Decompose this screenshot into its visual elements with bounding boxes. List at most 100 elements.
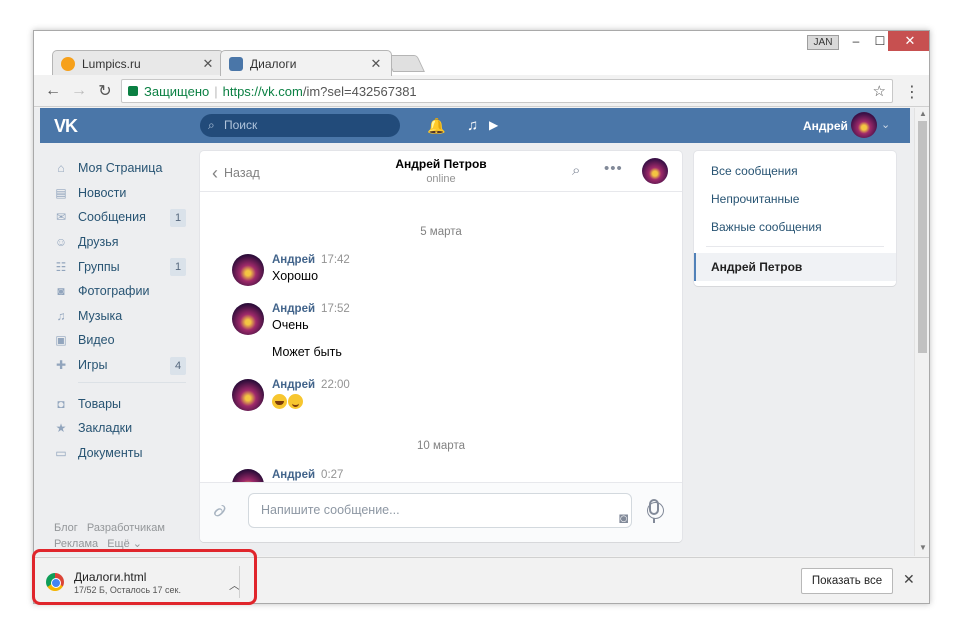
author-name: Андрей — [272, 254, 316, 266]
date-separator: 5 марта — [420, 226, 462, 238]
tab-dialogs[interactable]: Диалоги ✕ — [220, 50, 392, 76]
author-name: Андрей — [272, 379, 316, 391]
more-icon[interactable]: ••• — [604, 160, 623, 177]
message-author[interactable]: Андрей 0:27 — [272, 469, 343, 481]
sidebar-item[interactable]: ◙ Фотографии — [54, 279, 186, 304]
search-icon: ⌕ — [208, 118, 215, 132]
sidebar-item-label: Документы — [78, 445, 143, 460]
message-author[interactable]: Андрей 17:42 — [272, 254, 350, 266]
microphone-icon[interactable] — [649, 499, 659, 523]
tab-close-icon[interactable]: ✕ — [201, 56, 215, 72]
bell-icon[interactable]: 🔔 — [427, 117, 446, 135]
gamepad-icon: ✚ — [55, 358, 67, 373]
message-placeholder: Напишите сообщение... — [261, 503, 400, 517]
search-icon[interactable]: ⌕ — [572, 162, 580, 179]
friends-icon: ☺ — [54, 235, 68, 250]
dialog-filters-panel: Все сообщения Непрочитанные Важные сообщ… — [694, 151, 896, 286]
footer-link-blog[interactable]: Блог — [54, 522, 78, 534]
messages-icon: ✉ — [55, 210, 67, 225]
vk-user-name[interactable]: Андрей — [803, 119, 848, 133]
close-window-button[interactable]: ✕ — [888, 31, 929, 51]
sidebar-item-label: Новости — [78, 185, 127, 200]
tab-title: Диалоги — [250, 56, 297, 71]
active-dialog-item[interactable]: Андрей Петров — [694, 253, 896, 281]
sidebar-item[interactable]: ▣ Видео — [54, 328, 186, 353]
sidebar-item-label: Игры — [78, 358, 108, 373]
music-icon: ♫ — [56, 308, 66, 323]
forward-arrow-icon[interactable]: → — [66, 82, 92, 100]
download-highlight-frame — [32, 549, 257, 605]
filter-important[interactable]: Важные сообщения — [711, 220, 822, 234]
back-arrow-icon[interactable]: ← — [40, 82, 66, 100]
url-host: https://vk.com — [222, 83, 303, 99]
sidebar-item[interactable]: ▤ Новости — [54, 181, 186, 206]
message-time: 17:52 — [321, 303, 350, 315]
camera-icon[interactable]: ◙ — [619, 502, 628, 535]
address-bar[interactable]: Защищено | https://vk.com/im?sel=4325673… — [121, 79, 893, 103]
sidebar-item[interactable]: ♫ Музыка — [54, 304, 186, 329]
tab-close-icon[interactable]: ✕ — [369, 56, 383, 72]
message-composer: ∂ Напишите сообщение... ◙ — [200, 482, 682, 542]
page-scrollbar[interactable]: ▲ ▼ — [914, 108, 929, 556]
reload-icon[interactable]: ↻ — [92, 81, 118, 101]
message-text: Очень — [272, 318, 309, 332]
vk-search-input[interactable]: ⌕ Поиск — [200, 114, 400, 137]
sidebar-item-label: Закладки — [78, 421, 133, 436]
sidebar-item-label: Группы — [78, 259, 120, 274]
sidebar-item[interactable]: ✚ Игры 4 — [54, 353, 186, 378]
message-time: 0:27 — [321, 469, 344, 481]
paperclip-icon[interactable]: ∂ — [210, 500, 229, 522]
browser-toolbar: ← → ↻ Защищено | https://vk.com/im?sel=4… — [34, 75, 929, 107]
sidebar-item[interactable]: ✉ Сообщения 1 — [54, 205, 186, 230]
filter-unread[interactable]: Непрочитанные — [711, 192, 799, 206]
news-icon: ▤ — [55, 185, 67, 200]
avatar[interactable] — [232, 303, 264, 335]
sidebar-item[interactable]: ☷ Группы 1 — [54, 254, 186, 279]
avatar[interactable] — [851, 112, 877, 138]
laughing-emoji-icon — [272, 394, 287, 410]
camera-icon: ◙ — [57, 284, 65, 299]
sidebar-item[interactable]: ☺ Друзья — [54, 230, 186, 255]
page-viewport: VK ⌕ Поиск 🔔 ♫ ▶ Андрей ⌄ ⌂ Моя Страница ▤… — [34, 108, 914, 556]
vk-header: VK ⌕ Поиск 🔔 ♫ ▶ Андрей ⌄ — [40, 108, 910, 143]
chat-header: ‹ Назад Андрей Петров online ⌕ ••• — [200, 151, 682, 192]
message-input[interactable]: Напишите сообщение... ◙ — [248, 493, 664, 528]
peer-avatar[interactable] — [642, 158, 668, 184]
sidebar-item[interactable]: ★ Закладки — [54, 416, 186, 441]
divider — [706, 246, 884, 247]
address-separator: | — [214, 83, 218, 99]
message-time: 17:42 — [321, 254, 350, 266]
message-author[interactable]: Андрей 17:52 — [272, 303, 350, 315]
date-separator: 10 марта — [417, 440, 465, 452]
kebab-menu-icon[interactable]: ⋮ — [904, 82, 920, 102]
groups-icon: ☷ — [55, 259, 67, 274]
video-icon: ▣ — [55, 333, 67, 348]
show-all-button[interactable]: Показать все — [801, 568, 893, 594]
profile-badge[interactable]: JAN — [807, 35, 839, 50]
sidebar-item[interactable]: ⌂ Моя Страница — [54, 156, 186, 181]
star-icon[interactable]: ☆ — [873, 82, 886, 100]
vk-logo[interactable]: VK — [54, 116, 78, 137]
sidebar-item[interactable]: ▭ Документы — [54, 441, 186, 466]
avatar[interactable] — [232, 379, 264, 411]
home-icon: ⌂ — [57, 161, 65, 176]
sidebar-item-label: Друзья — [78, 235, 119, 250]
chevron-down-icon[interactable]: ⌄ — [881, 118, 890, 131]
tab-lumpics[interactable]: Lumpics.ru ✕ — [52, 50, 224, 76]
music-icon[interactable]: ♫ — [467, 117, 478, 134]
filter-all-messages[interactable]: Все сообщения — [711, 164, 798, 178]
close-download-bar-icon[interactable]: ✕ — [903, 571, 915, 588]
url-path: /im?sel=432567381 — [302, 83, 417, 99]
sidebar-item[interactable]: ◘ Товары — [54, 391, 186, 416]
message-time: 22:00 — [321, 379, 350, 391]
message-author[interactable]: Андрей 22:00 — [272, 379, 350, 391]
vk-favicon-icon — [229, 56, 243, 71]
sidebar-item-label: Видео — [78, 333, 115, 348]
avatar[interactable] — [232, 254, 264, 286]
scroll-up-arrow-icon[interactable]: ▲ — [918, 109, 928, 118]
footer-link-developers[interactable]: Разработчикам — [87, 522, 165, 534]
lumpics-favicon-icon — [61, 56, 75, 71]
scroll-down-arrow-icon[interactable]: ▼ — [918, 543, 928, 552]
scrollbar-thumb[interactable] — [918, 121, 927, 353]
video-play-icon[interactable]: ▶ — [489, 118, 498, 132]
